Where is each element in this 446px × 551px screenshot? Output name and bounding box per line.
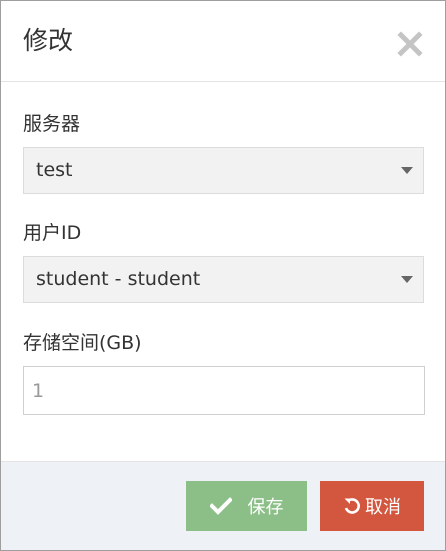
undo-icon [343, 497, 361, 515]
user-id-label: 用户ID [23, 222, 82, 244]
edit-dialog: 修改 服务器 test 用户ID student - student 存储空间(… [0, 0, 446, 551]
save-button[interactable]: 保存 [186, 481, 307, 531]
server-label: 服务器 [23, 113, 81, 135]
close-button[interactable] [397, 31, 423, 57]
chevron-down-icon [401, 167, 413, 174]
user-id-select[interactable]: student - student [23, 256, 424, 303]
user-id-select-value: student - student [36, 268, 201, 290]
dialog-body: 服务器 test 用户ID student - student 存储空间(GB) [1, 83, 445, 461]
storage-label: 存储空间(GB) [23, 332, 142, 354]
dialog-title: 修改 [23, 26, 74, 55]
check-icon [209, 497, 232, 515]
server-select-value: test [36, 159, 73, 181]
close-icon [397, 31, 423, 57]
chevron-down-icon [401, 276, 413, 283]
dialog-footer: 保存 取消 [1, 461, 445, 550]
storage-input[interactable] [23, 366, 425, 415]
cancel-button[interactable]: 取消 [320, 481, 424, 531]
save-button-label: 保存 [247, 497, 284, 518]
dialog-header: 修改 [1, 1, 445, 82]
cancel-button-label: 取消 [365, 497, 401, 518]
server-select[interactable]: test [23, 147, 424, 194]
